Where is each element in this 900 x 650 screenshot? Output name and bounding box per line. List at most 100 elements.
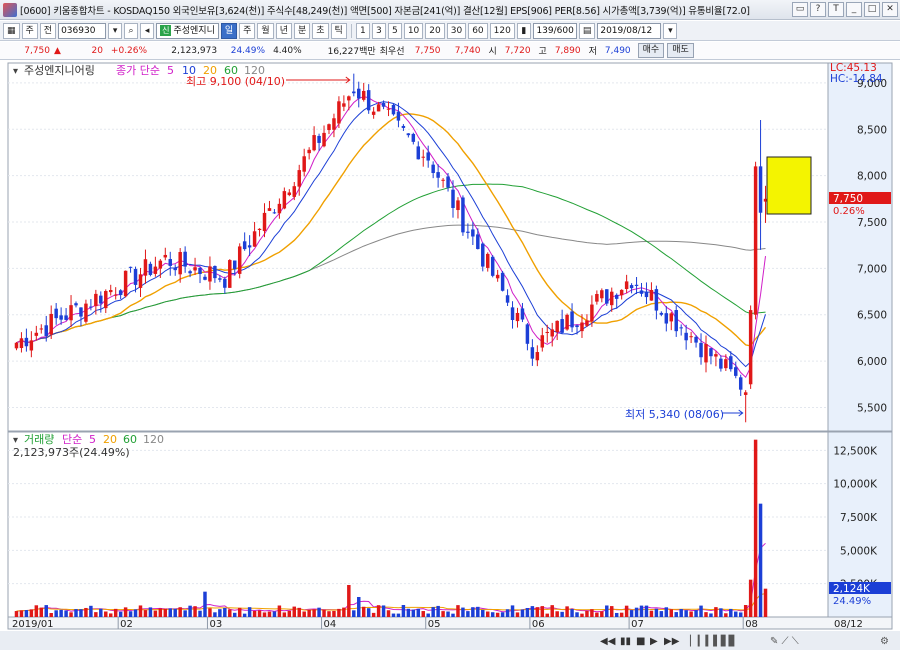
panel-toggle-icon[interactable]: ▾: [13, 66, 18, 77]
volume-bar: [481, 609, 485, 617]
candle-body: [54, 308, 58, 319]
candle-body: [738, 377, 743, 390]
data-count-input[interactable]: 139/600: [532, 22, 577, 39]
volume-bar: [426, 613, 430, 617]
search-icon[interactable]: ⌕: [124, 22, 139, 39]
candle-body: [704, 344, 708, 363]
volume-bar: [614, 612, 619, 617]
date-dropdown-icon[interactable]: ▾: [663, 22, 678, 39]
mode-select[interactable]: 주: [21, 22, 38, 39]
candle-body: [386, 108, 391, 110]
volume-bar: [143, 610, 148, 617]
x-tick-label: 2019/01: [12, 619, 54, 630]
minute-60[interactable]: 60: [468, 22, 488, 39]
volume-bar: [257, 610, 262, 617]
forward-icon[interactable]: ▶▶: [664, 636, 680, 647]
candle-body: [24, 337, 29, 347]
stop-icon[interactable]: ■: [636, 636, 645, 647]
volume-bar: [366, 608, 371, 617]
volume-bar: [753, 439, 758, 617]
bid-price: 7,740: [454, 45, 481, 56]
calendar-icon[interactable]: ▤: [578, 22, 596, 39]
period-second[interactable]: 초: [312, 22, 329, 39]
candle-body: [188, 271, 192, 274]
candle-body: [257, 228, 262, 231]
low-price: 7,490: [604, 45, 631, 56]
stock-code-input[interactable]: 036930: [58, 22, 107, 39]
candle-body: [302, 156, 306, 172]
period-year[interactable]: 년: [275, 22, 292, 39]
settings-icon[interactable]: ⚙: [880, 636, 889, 647]
open-label: 시: [488, 47, 497, 57]
play-icon[interactable]: ▶: [650, 636, 658, 647]
date-input[interactable]: 2019/08/12: [597, 22, 662, 39]
pause-icon[interactable]: ▮▮: [620, 636, 631, 647]
volume-bar: [188, 605, 192, 617]
volume-bar: [158, 608, 163, 617]
candle-body: [143, 259, 148, 276]
minute-120[interactable]: 120: [489, 22, 515, 39]
minute-1[interactable]: 1: [355, 22, 370, 39]
minimize-icon[interactable]: _: [846, 2, 862, 17]
volume-bar: [59, 609, 63, 617]
period-tick[interactable]: 틱: [330, 22, 347, 39]
candle-body: [699, 342, 703, 358]
candle-body: [39, 328, 44, 330]
volume-bar: [237, 607, 242, 617]
minute-20[interactable]: 20: [425, 22, 445, 39]
volume-bar: [218, 609, 222, 617]
rewind-icon[interactable]: ◀◀: [600, 636, 616, 647]
speaker-icon[interactable]: ◂: [140, 22, 155, 39]
volume-bar: [34, 605, 39, 617]
period-week[interactable]: 주: [239, 22, 256, 39]
volume-label: 거래량: [24, 433, 54, 446]
x-right-label: 08/12: [834, 619, 863, 630]
restore-icon[interactable]: ▭: [792, 2, 808, 17]
candle-body: [322, 132, 326, 147]
candle-body: [233, 260, 237, 270]
price-panel: [7, 62, 829, 432]
minute-5[interactable]: 5: [387, 22, 402, 39]
minute-3[interactable]: 3: [371, 22, 386, 39]
tick-icon[interactable]: ▮: [516, 22, 531, 39]
market-select[interactable]: 전: [39, 22, 57, 39]
stock-chart[interactable]: 9,0008,5008,0007,5007,0006,5006,0005,500…: [0, 61, 900, 650]
text-icon[interactable]: T: [828, 2, 844, 17]
period-day[interactable]: 일: [220, 22, 238, 39]
chart-area[interactable]: 9,000 8,500 8,000 7,500 7,000 6,500 6,000 5,500…: [0, 61, 900, 650]
candle-body: [228, 260, 232, 288]
candle-body: [158, 260, 163, 269]
volume-bar: [595, 612, 599, 617]
help-icon[interactable]: ?: [810, 2, 826, 17]
highlight-box[interactable]: [766, 156, 812, 215]
volume-bar: [317, 607, 321, 617]
maximize-icon[interactable]: □: [864, 2, 880, 17]
price-tick-label: 7,000: [857, 263, 887, 275]
grid-icon[interactable]: ▦: [3, 22, 20, 39]
candle-body: [639, 290, 644, 294]
buy-button[interactable]: 매수: [637, 43, 665, 58]
minute-30[interactable]: 30: [446, 22, 467, 39]
ask-price: 7,750: [414, 45, 441, 56]
period-minute[interactable]: 분: [293, 22, 311, 39]
draw-tool-icon[interactable]: ✎ ⟋ ⟍: [770, 636, 799, 647]
sell-button[interactable]: 매도: [667, 43, 694, 58]
stock-name-label: 주성엔지니어링: [24, 64, 95, 77]
candle-body: [545, 331, 549, 333]
dropdown-icon[interactable]: ▾: [108, 22, 123, 39]
minute-10[interactable]: 10: [403, 22, 424, 39]
ma-legend-label: 종가 단순: [116, 64, 160, 77]
stock-name-box[interactable]: 신 주성엔지니: [156, 22, 219, 39]
candle-body: [719, 358, 723, 369]
candle-body: [104, 291, 108, 309]
current-price: 7,750: [24, 45, 50, 56]
volume-toggle-icon[interactable]: ▾: [13, 435, 18, 446]
candle-body: [34, 332, 39, 336]
candle-body: [401, 125, 406, 128]
zoom-bar-icon[interactable]: ▏▎▍▌▋▊: [689, 634, 736, 647]
period-month[interactable]: 월: [257, 22, 274, 39]
candle-body: [649, 289, 654, 301]
candle-body: [99, 295, 103, 304]
candle-body: [729, 356, 733, 370]
close-icon[interactable]: ✕: [882, 2, 898, 17]
